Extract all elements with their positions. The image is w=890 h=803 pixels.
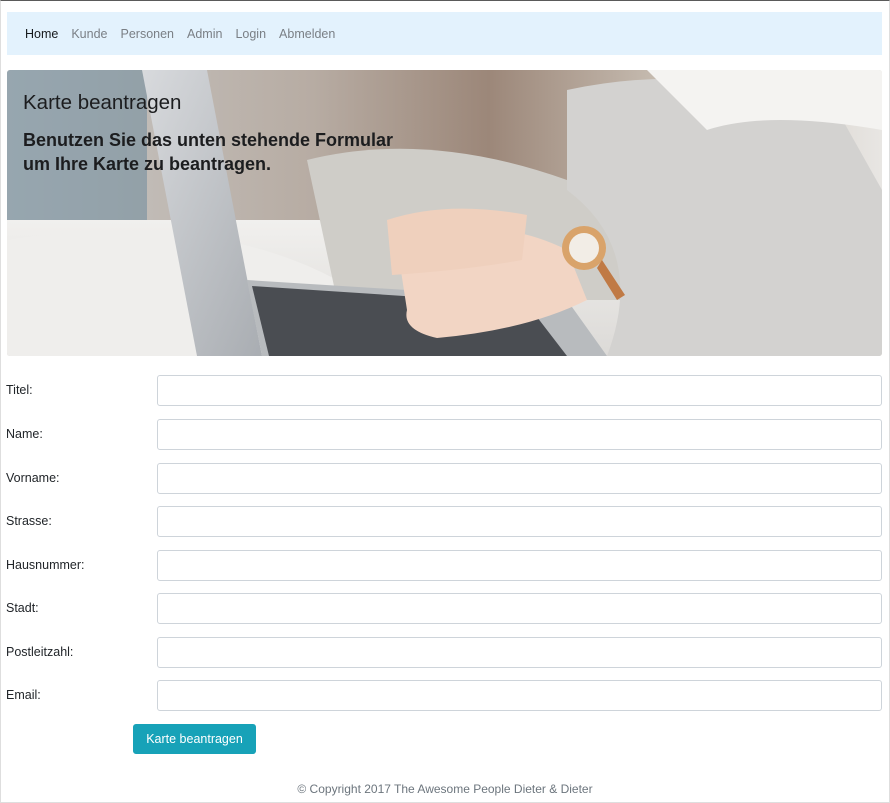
nav-kunde[interactable]: Kunde [71,27,107,41]
form-row-stadt: Stadt: [6,593,882,624]
postleitzahl-label: Postleitzahl: [6,645,74,659]
name-label: Name: [6,427,43,441]
strasse-input[interactable] [157,506,882,537]
form-row-name: Name: [6,419,882,450]
strasse-label: Strasse: [6,514,52,528]
hero-banner: Karte beantragen Benutzen Sie das unten … [7,70,882,356]
stadt-label: Stadt: [6,601,39,615]
form-row-postleitzahl: Postleitzahl: [6,637,882,668]
stadt-input[interactable] [157,593,882,624]
submit-button[interactable]: Karte beantragen [133,724,256,754]
titel-input[interactable] [157,375,882,406]
titel-label: Titel: [6,383,33,397]
form-row-vorname: Vorname: [6,463,882,494]
vorname-label: Vorname: [6,471,60,485]
nav-home[interactable]: Home [25,27,58,41]
nav-login[interactable]: Login [235,27,266,41]
form-row-strasse: Strasse: [6,506,882,537]
email-input[interactable] [157,680,882,711]
email-label: Email: [6,688,41,702]
footer-copyright: © Copyright 2017 The Awesome People Diet… [297,782,593,796]
nav-personen[interactable]: Personen [121,27,175,41]
postleitzahl-input[interactable] [157,637,882,668]
name-input[interactable] [157,419,882,450]
hausnummer-label: Hausnummer: [6,558,85,572]
page-subtitle: Benutzen Sie das unten stehende Formular… [23,130,394,174]
form-row-titel: Titel: [6,375,882,406]
nav-admin[interactable]: Admin [187,27,222,41]
nav-abmelden[interactable]: Abmelden [279,27,335,41]
hausnummer-input[interactable] [157,550,882,581]
navbar: Home Kunde Personen Admin Login Abmelden [7,12,882,55]
vorname-input[interactable] [157,463,882,494]
form-row-hausnummer: Hausnummer: [6,550,882,581]
page-title: Karte beantragen [23,91,182,114]
form-row-email: Email: [6,680,882,711]
